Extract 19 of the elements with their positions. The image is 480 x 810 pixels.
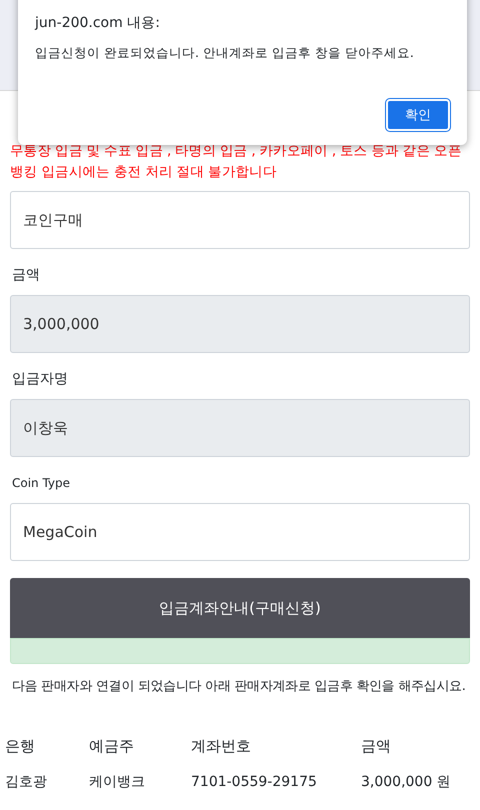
field-label: 입금자명 bbox=[12, 371, 69, 387]
submit-button[interactable]: 입금계좌안내(구매신청) bbox=[10, 578, 470, 638]
dialog-message: 입금신청이 완료되었습니다. 안내계좌로 입금후 창을 닫아주세요. bbox=[35, 45, 415, 62]
column-header: 은행 bbox=[5, 736, 36, 756]
ok-button[interactable]: 확인 bbox=[386, 99, 450, 131]
column-header: 금액 bbox=[361, 736, 391, 756]
table-cell: 3,000,000 원 bbox=[361, 773, 451, 791]
field-label: Coin Type bbox=[12, 475, 72, 491]
dialog-title: jun-200.com 내용: bbox=[35, 14, 161, 32]
input-field[interactable]: MegaCoin bbox=[10, 503, 470, 561]
field-label: 금액 bbox=[12, 267, 41, 283]
table-cell-text: 김호광 bbox=[5, 773, 48, 791]
column-header: 계좌번호 bbox=[191, 736, 252, 756]
column-header: 예금주 bbox=[89, 736, 135, 756]
input-field[interactable]: 코인구매 bbox=[10, 191, 470, 249]
notice-text: 다음 판매자와 연결이 되었습니다 아래 판매자계좌로 입금후 확인을 해주십시요. bbox=[12, 678, 467, 696]
table-cell-text: 7101-0559-29175 bbox=[191, 774, 318, 790]
warning-text: 무통장 입금 및 수표 입금 , 타명의 입금 , 카카오페이 , 토스 등과 같은 오픈뱅킹 입금시에는 충전 처리 절대 불가합니다 bbox=[10, 142, 462, 182]
table-cell-text: 케이뱅크 bbox=[89, 773, 146, 791]
